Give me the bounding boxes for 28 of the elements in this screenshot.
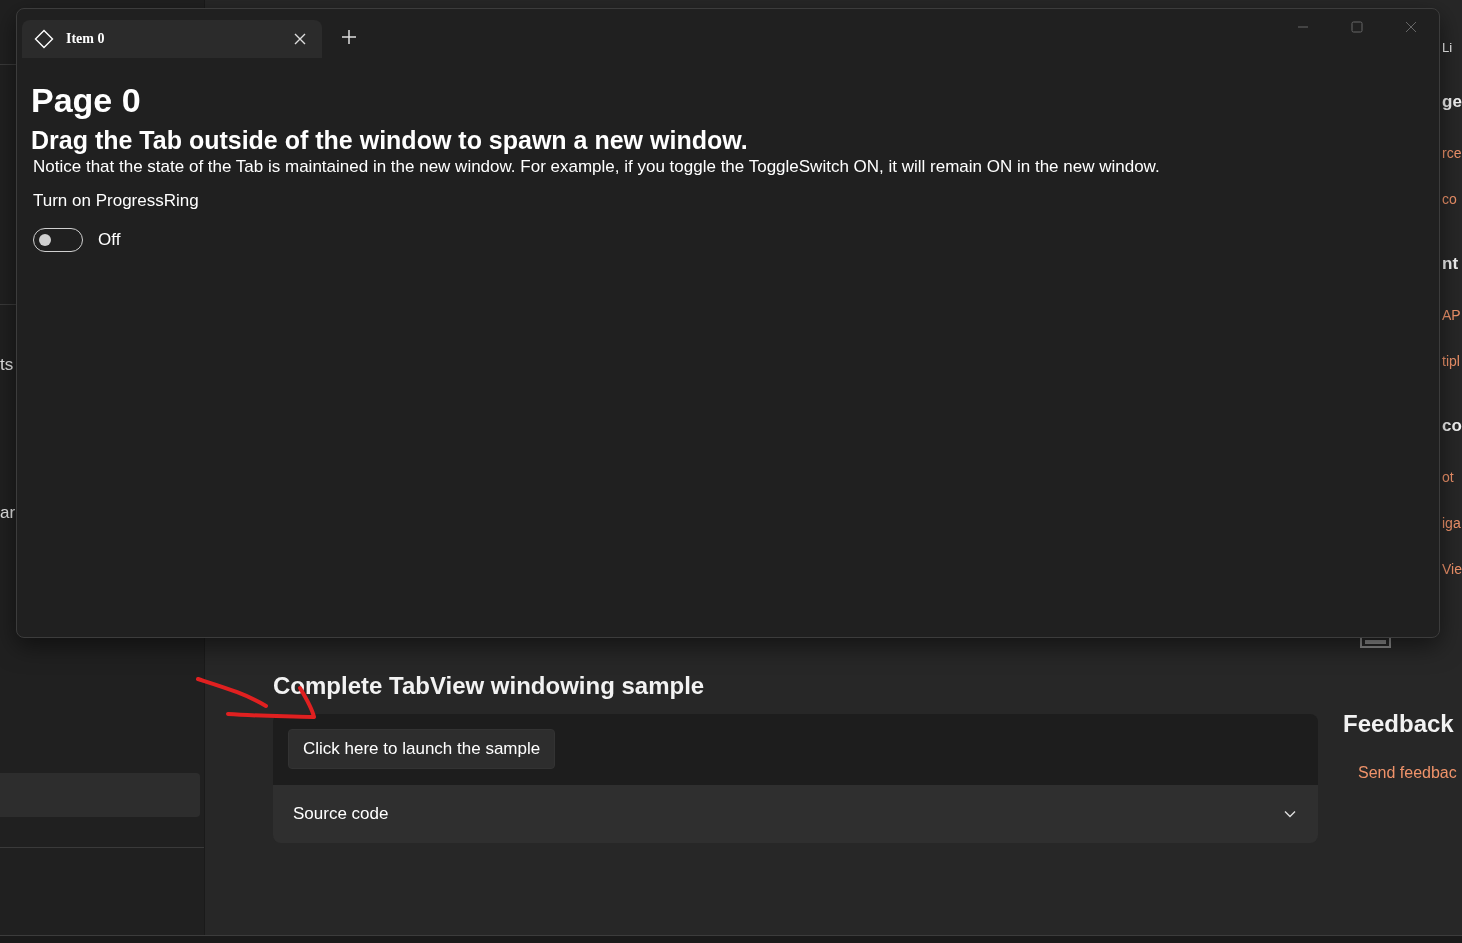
link[interactable]: co [1442, 176, 1457, 222]
link[interactable]: ot [1442, 454, 1454, 500]
feedback-heading: Feedback [1343, 710, 1454, 738]
link[interactable]: rce [1442, 130, 1462, 176]
send-feedback-link[interactable]: Send feedbac [1358, 764, 1457, 782]
toggle-state-label: Off [98, 230, 121, 250]
section-title: Complete TabView windowing sample [273, 672, 706, 700]
page-title: Page 0 [31, 80, 142, 120]
link[interactable]: Vie [1442, 546, 1462, 592]
diamond-icon [34, 29, 54, 49]
chevron-icon [1284, 810, 1296, 818]
link[interactable]: AP [1442, 292, 1461, 338]
maximize-icon[interactable] [1351, 21, 1363, 33]
section-heading: ge [1442, 91, 1462, 113]
launch-button[interactable]: Click here to launch the sample [288, 729, 556, 769]
page-text: Li [1442, 39, 1453, 57]
section-heading: nt [1442, 253, 1459, 275]
link[interactable]: tipl [1442, 338, 1460, 384]
page-description: Notice that the state of the Tab is maintained in the new window. For example, if you toggle the ToggleSwitch ON, it will remain ON in the new window. [33, 156, 1161, 178]
tab[interactable]: Item 0 [22, 20, 322, 58]
nav-item-label: ts [0, 355, 14, 375]
nav-item-label: ar [0, 503, 16, 523]
close-icon[interactable] [1405, 21, 1417, 33]
page-subtitle: Drag the Tab outside of the window to spawn a new window. [31, 125, 749, 156]
toggle-header: Turn on ProgressRing [33, 190, 200, 212]
link[interactable]: iga [1442, 500, 1461, 546]
source-code-expander[interactable]: Source code [273, 785, 1318, 843]
section-heading: co [1442, 415, 1462, 437]
